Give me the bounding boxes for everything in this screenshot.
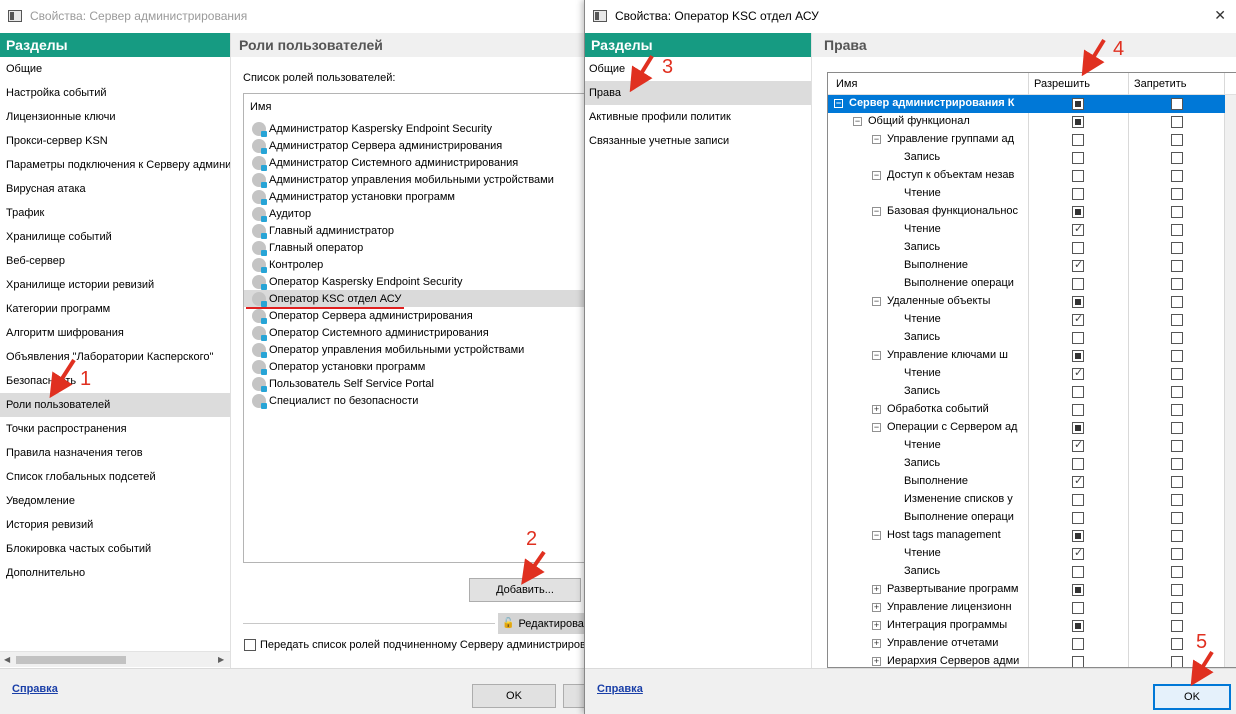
arrow-3-icon [629,54,654,93]
arrow-5-icon [1190,650,1214,687]
arrow-4-icon [1081,38,1106,77]
arrow-2-icon [521,550,546,585]
annotation-arrows [49,38,1214,687]
arrow-1-icon [49,358,76,399]
